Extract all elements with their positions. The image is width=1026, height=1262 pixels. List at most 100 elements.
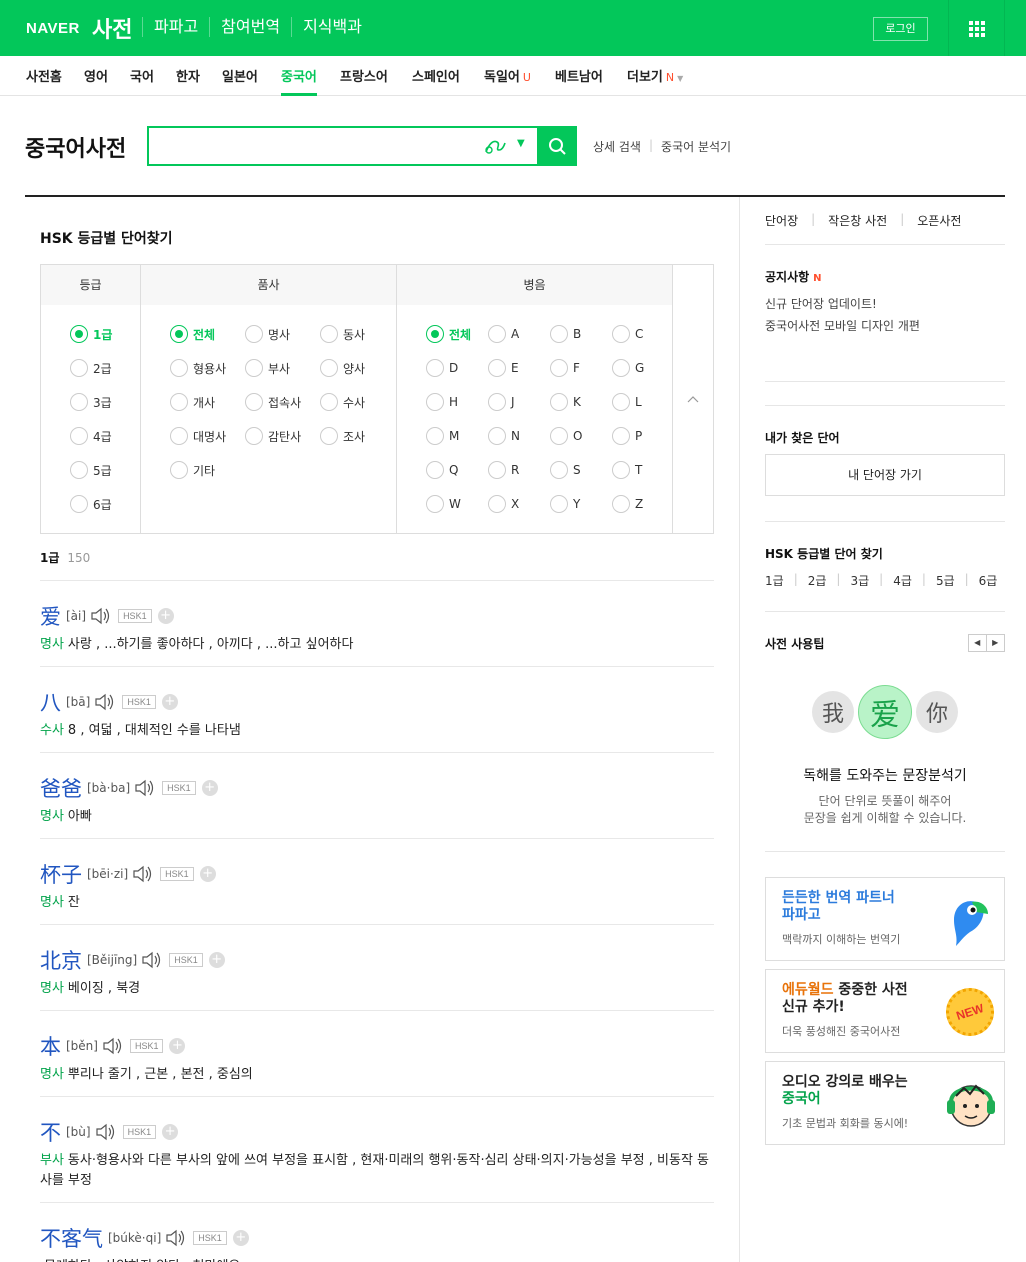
- login-button[interactable]: 로그인: [873, 17, 928, 41]
- dictnav-home[interactable]: 사전홈: [26, 66, 62, 96]
- pinyin-radio[interactable]: E: [488, 359, 519, 377]
- pinyin-radio[interactable]: S: [550, 461, 581, 479]
- pinyin-radio[interactable]: A: [488, 325, 519, 343]
- entry-word[interactable]: 本: [40, 1031, 61, 1061]
- pinyin-radio[interactable]: W: [426, 495, 461, 513]
- pinyin-radio[interactable]: Q: [426, 461, 458, 479]
- pos-radio[interactable]: 수사: [320, 393, 365, 411]
- hsk-link-3[interactable]: 3급: [850, 572, 879, 589]
- level-radio[interactable]: 4급: [70, 427, 112, 445]
- hsk-link-6[interactable]: 6급: [979, 572, 1008, 589]
- advanced-search-link[interactable]: 상세 검색: [593, 138, 649, 155]
- pos-radio[interactable]: 동사: [320, 325, 365, 343]
- nav-papago[interactable]: 파파고: [142, 17, 209, 37]
- dictnav-german[interactable]: 독일어 U: [484, 66, 531, 96]
- search-input[interactable]: [149, 128, 469, 164]
- pos-radio[interactable]: 전체: [170, 325, 215, 343]
- tab-mini-dictionary[interactable]: 작은창 사전: [828, 212, 900, 229]
- dictnav-korean[interactable]: 국어: [130, 66, 154, 96]
- speaker-icon[interactable]: [141, 950, 163, 970]
- nav-translation[interactable]: 참여번역: [209, 17, 291, 37]
- pos-radio[interactable]: 부사: [245, 359, 290, 377]
- level-radio[interactable]: 3급: [70, 393, 112, 411]
- level-radio[interactable]: 1급: [70, 325, 112, 343]
- chinese-analyzer-link[interactable]: 중국어 분석기: [661, 138, 739, 155]
- speaker-icon[interactable]: [102, 1036, 124, 1056]
- hsk-link-2[interactable]: 2급: [808, 572, 837, 589]
- pinyin-radio[interactable]: P: [612, 427, 642, 445]
- add-to-wordbook-icon[interactable]: +: [161, 694, 178, 710]
- hsk-link-1[interactable]: 1급: [765, 572, 794, 589]
- pinyin-radio[interactable]: 전체: [426, 325, 471, 343]
- pinyin-radio[interactable]: M: [426, 427, 459, 445]
- chevron-up-icon[interactable]: [687, 393, 699, 405]
- pinyin-radio[interactable]: G: [612, 359, 644, 377]
- pinyin-radio[interactable]: T: [612, 461, 642, 479]
- pinyin-radio[interactable]: L: [612, 393, 642, 411]
- speaker-icon[interactable]: [95, 1122, 117, 1142]
- dictnav-chinese[interactable]: 중국어: [281, 66, 317, 96]
- add-to-wordbook-icon[interactable]: +: [157, 608, 174, 624]
- entry-word[interactable]: 八: [40, 687, 61, 717]
- speaker-icon[interactable]: [94, 692, 116, 712]
- audio-lecture-promo[interactable]: 오디오 강의로 배우는 중국어 기초 문법과 회화를 동시에!: [765, 1061, 1005, 1145]
- hsk-link-5[interactable]: 5급: [936, 572, 965, 589]
- pos-radio[interactable]: 감탄사: [245, 427, 301, 445]
- add-to-wordbook-icon[interactable]: +: [162, 1124, 179, 1140]
- dictnav-french[interactable]: 프랑스어: [340, 66, 388, 96]
- pinyin-radio[interactable]: N: [488, 427, 520, 445]
- entry-word[interactable]: 爸爸: [40, 773, 82, 803]
- pinyin-radio[interactable]: X: [488, 495, 519, 513]
- add-to-wordbook-icon[interactable]: +: [199, 866, 216, 882]
- pos-radio[interactable]: 접속사: [245, 393, 301, 411]
- entry-word[interactable]: 杯子: [40, 859, 82, 889]
- apps-grid-icon[interactable]: [969, 21, 985, 37]
- pinyin-radio[interactable]: B: [550, 325, 581, 343]
- add-to-wordbook-icon[interactable]: +: [169, 1038, 186, 1054]
- add-to-wordbook-icon[interactable]: +: [201, 780, 218, 796]
- notice-item[interactable]: 중국어사전 모바일 디자인 개편: [765, 317, 920, 334]
- dictnav-spanish[interactable]: 스페인어: [412, 66, 460, 96]
- nav-encyclopedia[interactable]: 지식백과: [291, 17, 373, 37]
- level-radio[interactable]: 2급: [70, 359, 112, 377]
- papago-promo[interactable]: 든든한 번역 파트너 파파고 맥락까지 이해하는 번역기: [765, 877, 1005, 961]
- pinyin-radio[interactable]: R: [488, 461, 519, 479]
- speaker-icon[interactable]: [134, 778, 156, 798]
- speaker-icon[interactable]: [132, 864, 154, 884]
- level-radio[interactable]: 5급: [70, 461, 112, 479]
- pinyin-radio[interactable]: Z: [612, 495, 643, 513]
- entry-word[interactable]: 不: [40, 1117, 61, 1147]
- caret-down-icon[interactable]: ▼: [517, 138, 525, 149]
- pos-radio[interactable]: 개사: [170, 393, 215, 411]
- dictnav-japanese[interactable]: 일본어: [222, 66, 258, 96]
- next-arrow-icon[interactable]: ▶: [987, 635, 1004, 651]
- entry-word[interactable]: 不客气: [40, 1223, 103, 1253]
- entry-word[interactable]: 北京: [40, 945, 82, 975]
- tab-open-dictionary[interactable]: 오픈사전: [917, 212, 974, 229]
- dictnav-hanja[interactable]: 한자: [176, 66, 200, 96]
- tab-wordbook[interactable]: 단어장: [765, 212, 811, 229]
- pinyin-radio[interactable]: D: [426, 359, 458, 377]
- dictnav-more[interactable]: 더보기 N ▼: [627, 66, 683, 96]
- naver-logo[interactable]: NAVER: [26, 20, 80, 37]
- dictnav-vietnamese[interactable]: 베트남어: [555, 66, 603, 96]
- pos-radio[interactable]: 대명사: [170, 427, 226, 445]
- dictionary-logo[interactable]: 사전: [92, 12, 132, 44]
- handwriting-icon[interactable]: [483, 136, 507, 156]
- eduworld-promo[interactable]: 에듀월드 중중한 사전 신규 추가! 더욱 풍성해진 중국어사전 NEW: [765, 969, 1005, 1053]
- pos-radio[interactable]: 양사: [320, 359, 365, 377]
- speaker-icon[interactable]: [165, 1228, 187, 1248]
- hsk-link-4[interactable]: 4급: [893, 572, 922, 589]
- dictnav-english[interactable]: 영어: [84, 66, 108, 96]
- go-to-wordbook-button[interactable]: 내 단어장 가기: [765, 454, 1005, 496]
- pos-radio[interactable]: 명사: [245, 325, 290, 343]
- level-radio[interactable]: 6급: [70, 495, 112, 513]
- pinyin-radio[interactable]: H: [426, 393, 458, 411]
- pinyin-radio[interactable]: O: [550, 427, 582, 445]
- pos-radio[interactable]: 기타: [170, 461, 215, 479]
- notice-item[interactable]: 신규 단어장 업데이트!: [765, 295, 877, 312]
- pinyin-radio[interactable]: Y: [550, 495, 580, 513]
- add-to-wordbook-icon[interactable]: +: [208, 952, 225, 968]
- pinyin-radio[interactable]: C: [612, 325, 643, 343]
- add-to-wordbook-icon[interactable]: +: [232, 1230, 249, 1246]
